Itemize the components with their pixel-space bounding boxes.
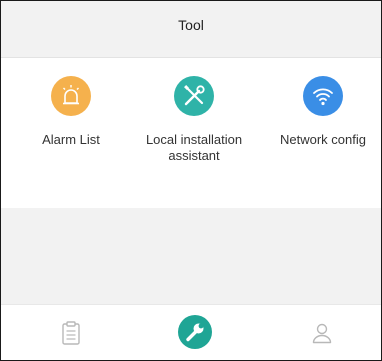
alarm-siren-icon <box>51 76 91 116</box>
tool-alarm-list[interactable]: Alarm List <box>11 76 131 148</box>
wifi-icon <box>303 76 343 116</box>
app-frame: Tool Alarm List Local installation assis… <box>0 0 382 361</box>
header: Tool <box>1 1 381 58</box>
tool-network-config[interactable]: Network config <box>263 76 381 148</box>
tool-grid: Alarm List Local installation assistant <box>1 58 381 208</box>
bottom-tab-bar <box>1 304 381 360</box>
clipboard-list-icon <box>62 321 80 345</box>
tool-label: Network config <box>280 132 366 147</box>
wrench-icon <box>178 315 212 349</box>
user-icon <box>312 323 332 344</box>
tool-label: Local installation assistant <box>145 132 243 163</box>
tab-tool[interactable] <box>165 305 225 360</box>
page-title: Tool <box>178 17 204 33</box>
tool-label: Alarm List <box>42 132 100 147</box>
tab-records[interactable] <box>41 305 101 360</box>
tool-local-installation-assistant[interactable]: Local installation assistant <box>134 76 254 164</box>
wrench-screwdriver-icon <box>174 76 214 116</box>
tab-profile[interactable] <box>291 305 351 360</box>
